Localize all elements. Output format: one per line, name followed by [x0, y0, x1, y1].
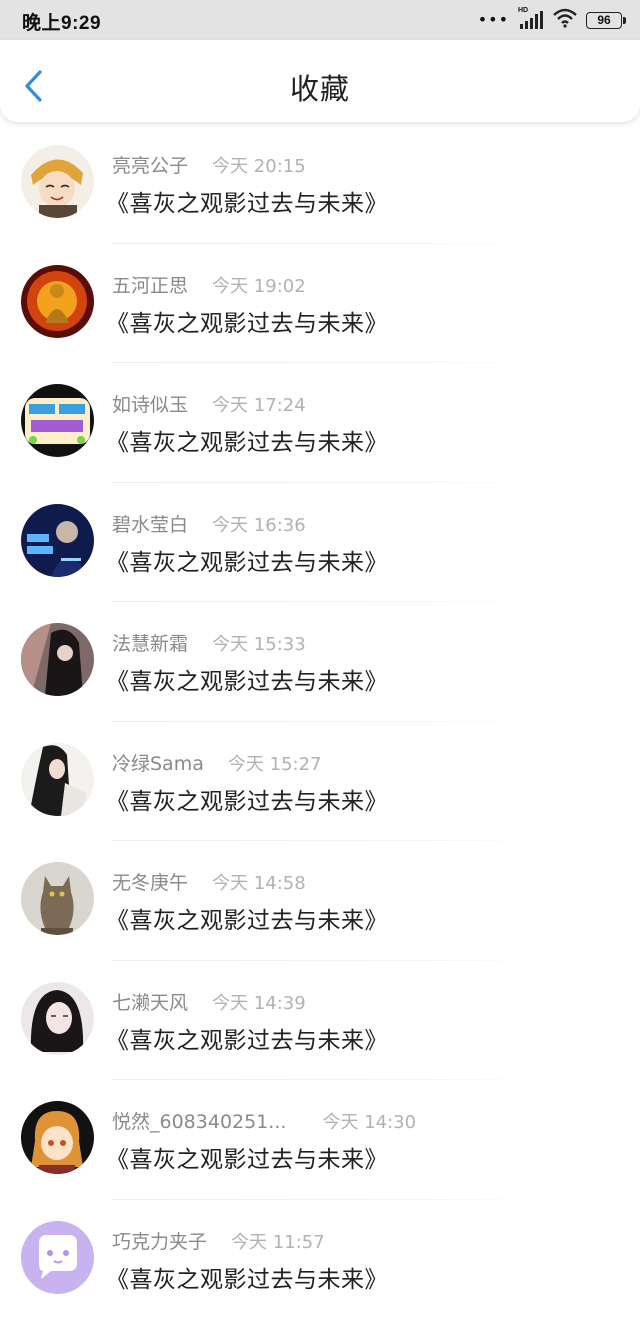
username[interactable]: 巧克力夹子	[112, 1231, 207, 1253]
username[interactable]: 如诗似玉	[112, 394, 188, 416]
timestamp: 今天 20:15	[212, 156, 306, 177]
item-title[interactable]: 《喜灰之观影过去与未来》	[106, 1260, 388, 1294]
item-title[interactable]: 《喜灰之观影过去与未来》	[106, 184, 388, 218]
timestamp: 今天 15:33	[212, 634, 306, 655]
item-meta: 亮亮公子 今天 20:15	[112, 151, 306, 178]
timestamp: 今天 19:02	[212, 276, 306, 297]
username[interactable]: 五河正思	[112, 275, 188, 297]
username[interactable]: 法慧新霜	[112, 633, 188, 655]
timestamp: 今天 14:30	[322, 1112, 416, 1133]
item-meta: 悦然_608340251... 今天 14:30	[112, 1107, 416, 1134]
status-time: 晚上9:29	[22, 8, 101, 35]
item-meta: 七濑天风 今天 14:39	[112, 988, 306, 1015]
favorites-list: 亮亮公子 今天 20:15 《喜灰之观影过去与未来》 五河正思 今天 19:02…	[0, 124, 640, 1319]
item-title[interactable]: 《喜灰之观影过去与未来》	[106, 543, 388, 577]
avatar[interactable]	[21, 862, 94, 935]
list-item[interactable]: 如诗似玉 今天 17:24 《喜灰之观影过去与未来》	[0, 363, 640, 483]
list-item[interactable]: 七濑天风 今天 14:39 《喜灰之观影过去与未来》	[0, 961, 640, 1081]
avatar[interactable]	[21, 1101, 94, 1174]
username[interactable]: 冷绿Sama	[112, 753, 204, 775]
item-meta: 法慧新霜 今天 15:33	[112, 629, 306, 656]
list-item[interactable]: 碧水莹白 今天 16:36 《喜灰之观影过去与未来》	[0, 483, 640, 603]
item-title[interactable]: 《喜灰之观影过去与未来》	[106, 662, 388, 696]
avatar[interactable]	[21, 384, 94, 457]
timestamp: 今天 15:27	[228, 754, 322, 775]
item-meta: 巧克力夹子 今天 11:57	[112, 1227, 325, 1254]
item-title[interactable]: 《喜灰之观影过去与未来》	[106, 1140, 388, 1174]
timestamp: 今天 14:39	[212, 993, 306, 1014]
item-title[interactable]: 《喜灰之观影过去与未来》	[106, 901, 388, 935]
avatar[interactable]	[21, 504, 94, 577]
header-bar: 收藏	[0, 40, 640, 122]
item-title[interactable]: 《喜灰之观影过去与未来》	[106, 423, 388, 457]
battery-indicator: 96	[586, 12, 622, 29]
avatar[interactable]	[21, 743, 94, 816]
page-title: 收藏	[0, 66, 640, 108]
item-meta: 无冬庚午 今天 14:58	[112, 868, 306, 895]
status-bar: 晚上9:29 ••• HD 96	[0, 0, 640, 40]
network-type-label: HD	[518, 7, 528, 14]
avatar[interactable]	[21, 145, 94, 218]
cellular-signal-icon: HD	[518, 10, 544, 30]
wifi-icon	[553, 8, 577, 32]
list-item[interactable]: 无冬庚午 今天 14:58 《喜灰之观影过去与未来》	[0, 841, 640, 961]
more-dots-icon: •••	[478, 10, 509, 30]
item-meta: 如诗似玉 今天 17:24	[112, 390, 306, 417]
item-title[interactable]: 《喜灰之观影过去与未来》	[106, 1021, 388, 1055]
status-icons: ••• HD 96	[478, 10, 622, 30]
list-item[interactable]: 五河正思 今天 19:02 《喜灰之观影过去与未来》	[0, 244, 640, 364]
username[interactable]: 七濑天风	[112, 992, 188, 1014]
list-item[interactable]: 亮亮公子 今天 20:15 《喜灰之观影过去与未来》	[0, 124, 640, 244]
list-item[interactable]: 巧克力夹子 今天 11:57 《喜灰之观影过去与未来》	[0, 1200, 640, 1319]
list-item[interactable]: 法慧新霜 今天 15:33 《喜灰之观影过去与未来》	[0, 602, 640, 722]
item-meta: 冷绿Sama 今天 15:27	[112, 749, 322, 776]
avatar[interactable]	[21, 623, 94, 696]
username[interactable]: 无冬庚午	[112, 872, 188, 894]
timestamp: 今天 16:36	[212, 515, 306, 536]
list-item[interactable]: 悦然_608340251... 今天 14:30 《喜灰之观影过去与未来》	[0, 1080, 640, 1200]
avatar[interactable]	[21, 265, 94, 338]
timestamp: 今天 11:57	[231, 1232, 325, 1253]
timestamp: 今天 14:58	[212, 873, 306, 894]
avatar[interactable]	[21, 982, 94, 1055]
item-title[interactable]: 《喜灰之观影过去与未来》	[106, 782, 388, 816]
username[interactable]: 悦然_608340251...	[112, 1111, 286, 1133]
list-item[interactable]: 冷绿Sama 今天 15:27 《喜灰之观影过去与未来》	[0, 722, 640, 842]
item-title[interactable]: 《喜灰之观影过去与未来》	[106, 304, 388, 338]
avatar[interactable]	[21, 1221, 94, 1294]
username[interactable]: 亮亮公子	[112, 155, 188, 177]
timestamp: 今天 17:24	[212, 395, 306, 416]
item-meta: 碧水莹白 今天 16:36	[112, 510, 306, 537]
item-meta: 五河正思 今天 19:02	[112, 271, 306, 298]
username[interactable]: 碧水莹白	[112, 514, 188, 536]
